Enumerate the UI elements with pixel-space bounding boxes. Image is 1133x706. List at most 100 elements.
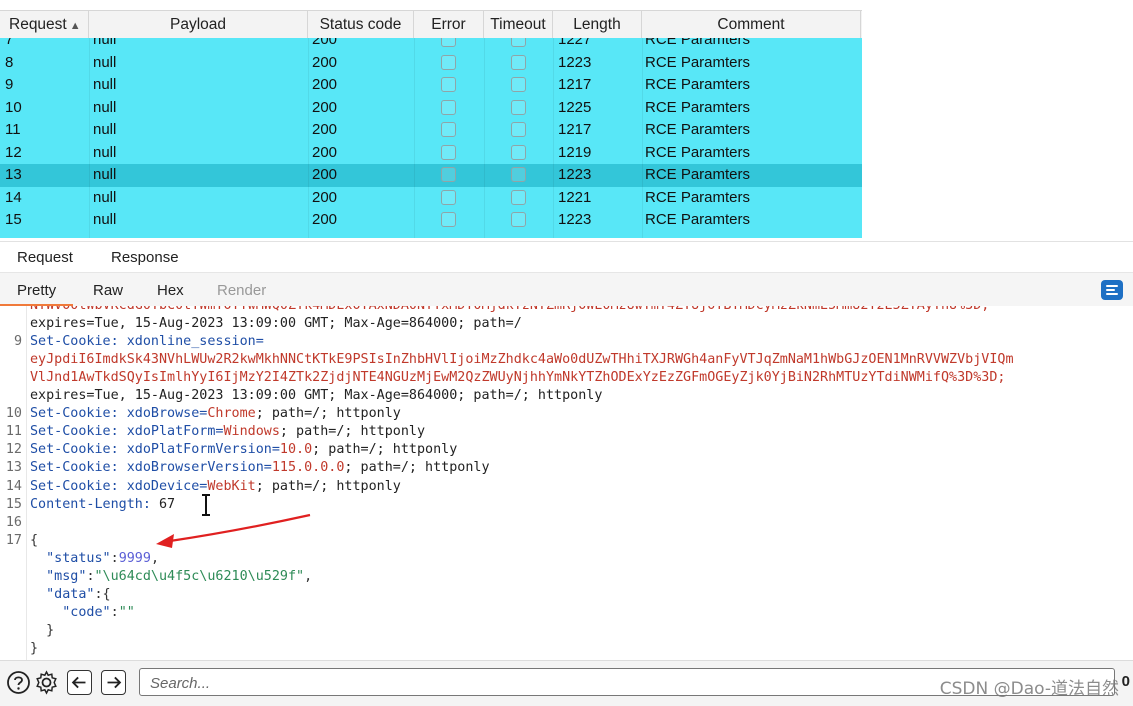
cell-status: 200 bbox=[312, 76, 338, 93]
text-cursor-icon bbox=[202, 494, 210, 516]
error-checkbox bbox=[441, 144, 456, 160]
column-divider bbox=[414, 38, 415, 238]
editor-gutter-divider bbox=[26, 306, 27, 660]
column-header-error[interactable]: Error bbox=[414, 11, 484, 39]
column-divider bbox=[308, 38, 309, 238]
help-icon[interactable] bbox=[6, 670, 31, 695]
view-tabs: Pretty Raw Hex Render bbox=[0, 272, 1133, 307]
code-token: 10.0 bbox=[279, 442, 313, 458]
cell-payload: null bbox=[93, 143, 117, 161]
cell-comment: RCE Paramters bbox=[645, 121, 751, 138]
cell-request: 11 bbox=[5, 121, 21, 138]
code-token: expires=Tue, 15-Aug-2023 13:09:00 GMT; M… bbox=[30, 388, 603, 404]
tab-request[interactable]: Request bbox=[17, 242, 73, 272]
cell-request: 14 bbox=[5, 188, 22, 206]
column-divider bbox=[484, 38, 485, 238]
table-row[interactable]: 14 null 200 1221 RCE Paramters bbox=[0, 187, 862, 210]
code-token: Set-Cookie: xdoPlatFormVersion= bbox=[30, 442, 280, 458]
table-header: Request ▲ Payload Status code Error Timeo… bbox=[0, 10, 862, 40]
sort-ascending-icon: ▲ bbox=[69, 20, 81, 32]
cell-length: 1219 bbox=[558, 143, 592, 161]
wrap-lines-icon[interactable] bbox=[1101, 280, 1123, 300]
cell-status: 200 bbox=[312, 188, 338, 206]
column-header-comment[interactable]: Comment bbox=[642, 11, 861, 39]
cell-length: 1227 bbox=[558, 38, 592, 48]
line-number: 12 bbox=[5, 442, 22, 458]
column-divider bbox=[642, 38, 643, 238]
cell-payload: null bbox=[93, 211, 117, 228]
code-token: 115.0.0.0 bbox=[271, 460, 345, 476]
code-token: Set-Cookie: xdoDevice= bbox=[30, 478, 208, 494]
error-checkbox bbox=[441, 167, 456, 182]
code-token: "status" bbox=[46, 550, 111, 566]
column-divider bbox=[89, 38, 90, 238]
table-row[interactable]: 15 null 200 1223 RCE Paramters bbox=[0, 209, 862, 232]
cell-comment: RCE Paramters bbox=[645, 166, 751, 183]
table-row[interactable]: 13 null 200 1223 RCE Paramters bbox=[0, 164, 862, 187]
code-token: ; path=/; httponly bbox=[312, 442, 458, 458]
tab-response[interactable]: Response bbox=[94, 242, 196, 274]
code-text: eyJpdiI6ImdkSk43NVhLWUw2R2kwMkhNNCtKTkE9… bbox=[30, 351, 1014, 369]
tab-pretty[interactable]: Pretty bbox=[0, 273, 74, 306]
table-row[interactable]: 7 null 200 1227 RCE Paramters bbox=[0, 38, 862, 52]
table-row[interactable]: 10 null 200 1225 RCE Paramters bbox=[0, 97, 862, 120]
line-number: 10 bbox=[5, 406, 22, 422]
table-row[interactable]: 11 null 200 1217 RCE Paramters bbox=[0, 119, 862, 142]
code-text: NTWVO0tWbVKcdG0TbC0tTWmTOTTwMWQ0ZTk4MDEx… bbox=[30, 306, 989, 315]
code-text: VlJnd1AwTkdSQyIsImlhYyI6IjMzY2I4ZTk2Zjdj… bbox=[30, 369, 1005, 387]
table-row[interactable]: 8 null 200 1223 RCE Paramters bbox=[0, 52, 862, 75]
column-header-payload[interactable]: Payload bbox=[89, 11, 308, 39]
cell-payload: null bbox=[93, 166, 117, 183]
error-checkbox bbox=[441, 122, 456, 137]
code-text: Set-Cookie: xdoPlatFormVersion=10.0; pat… bbox=[30, 441, 457, 459]
forward-arrow-icon[interactable] bbox=[101, 670, 126, 695]
code-text: } bbox=[30, 640, 38, 658]
cell-status: 200 bbox=[312, 121, 338, 138]
column-header-status-code[interactable]: Status code bbox=[308, 11, 414, 39]
error-checkbox bbox=[441, 99, 456, 115]
tab-hex[interactable]: Hex bbox=[157, 273, 184, 304]
code-text: expires=Tue, 15-Aug-2023 13:09:00 GMT; M… bbox=[30, 315, 522, 333]
column-header-timeout[interactable]: Timeout bbox=[484, 11, 553, 39]
code-text: expires=Tue, 15-Aug-2023 13:09:00 GMT; M… bbox=[30, 387, 602, 405]
code-token: , bbox=[150, 550, 159, 566]
message-tabs: Request Response bbox=[0, 241, 1133, 274]
timeout-checkbox bbox=[511, 122, 526, 137]
code-token: } bbox=[30, 640, 39, 656]
code-text: Set-Cookie: xdonline_session= bbox=[30, 333, 264, 351]
search-input[interactable] bbox=[148, 673, 852, 693]
timeout-checkbox bbox=[511, 99, 526, 115]
column-header-request[interactable]: Request ▲ bbox=[0, 11, 89, 39]
settings-gear-icon[interactable] bbox=[34, 670, 59, 695]
cell-comment: RCE Paramters bbox=[645, 188, 751, 206]
cell-status: 200 bbox=[312, 53, 338, 71]
cell-request: 9 bbox=[5, 76, 14, 93]
code-token: : bbox=[110, 550, 119, 566]
cell-status: 200 bbox=[312, 143, 338, 161]
column-header-length[interactable]: Length bbox=[553, 11, 642, 39]
code-token: expires=Tue, 15-Aug-2023 13:09:00 GMT; M… bbox=[30, 316, 522, 332]
table-row[interactable]: 9 null 200 1217 RCE Paramters bbox=[0, 74, 862, 97]
back-arrow-icon[interactable] bbox=[67, 670, 92, 695]
cell-comment: RCE Paramters bbox=[645, 53, 751, 71]
timeout-checkbox bbox=[511, 54, 526, 70]
code-token: Windows bbox=[223, 424, 280, 440]
code-text: Set-Cookie: xdoDevice=WebKit; path=/; ht… bbox=[30, 478, 401, 496]
cell-request: 12 bbox=[5, 143, 22, 161]
code-token: Chrome bbox=[207, 406, 256, 422]
response-editor[interactable]: NTWVO0tWbVKcdG0TbC0tTWmTOTTwMWQ0ZTk4MDEx… bbox=[0, 306, 1133, 660]
error-checkbox bbox=[441, 212, 456, 227]
cell-request: 7 bbox=[5, 38, 14, 48]
tab-raw[interactable]: Raw bbox=[93, 273, 123, 304]
table-row[interactable]: 12 null 200 1219 RCE Paramters bbox=[0, 142, 862, 165]
timeout-checkbox bbox=[511, 77, 526, 92]
cell-status: 200 bbox=[312, 38, 338, 48]
cell-length: 1217 bbox=[558, 76, 592, 93]
code-token: : bbox=[110, 604, 119, 620]
tab-render[interactable]: Render bbox=[217, 273, 266, 304]
timeout-checkbox bbox=[511, 167, 526, 182]
code-token: Set-Cookie: xdonline_session= bbox=[30, 334, 264, 350]
